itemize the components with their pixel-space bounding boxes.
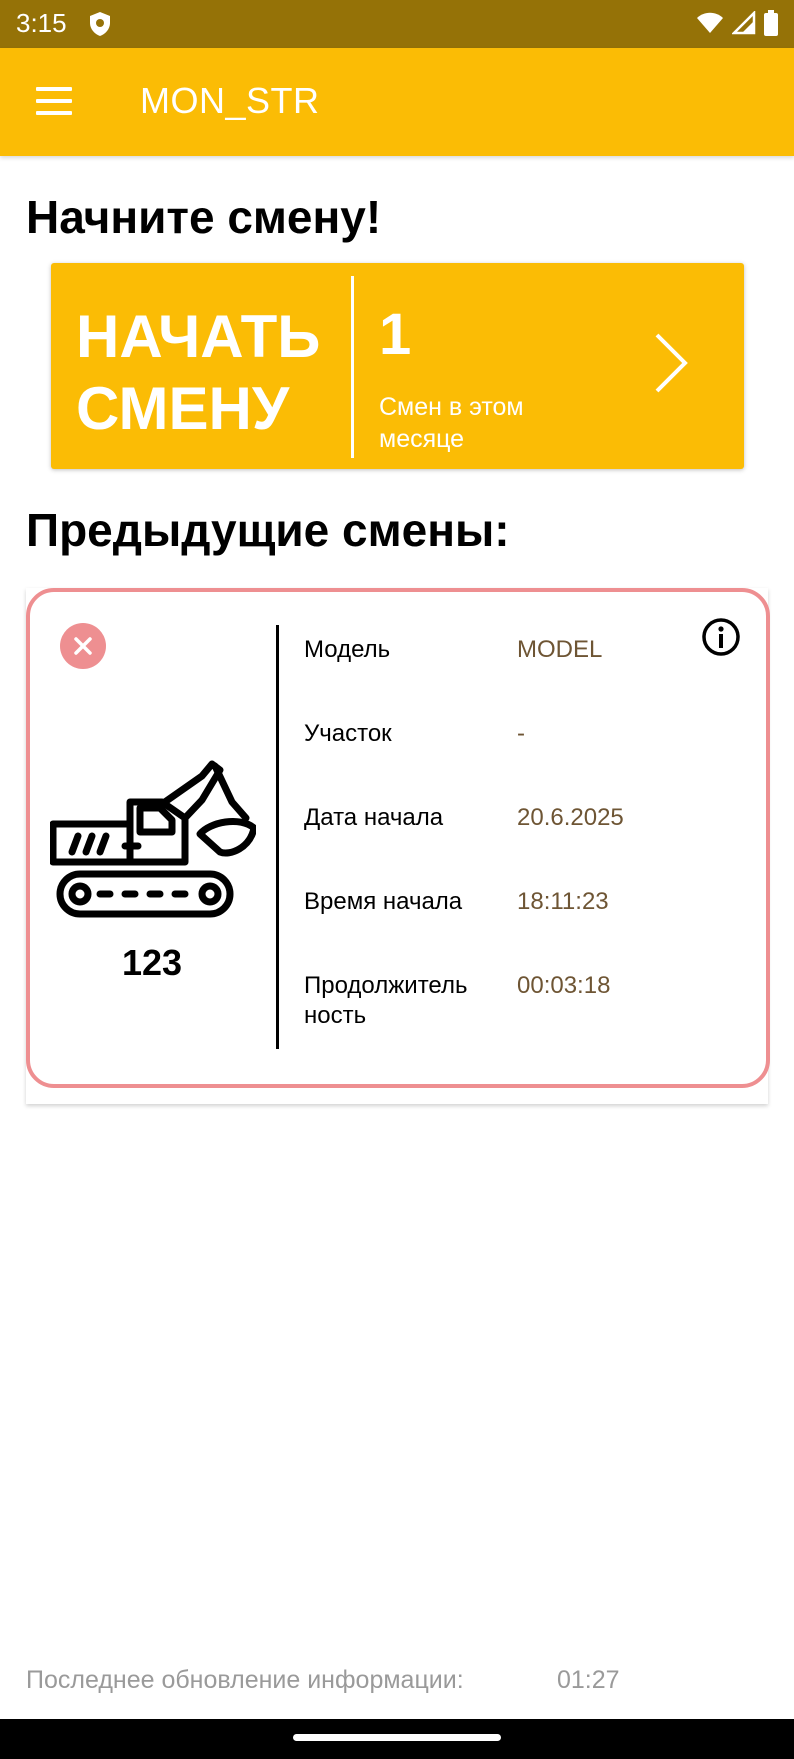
info-icon[interactable]: [700, 616, 742, 658]
close-icon: [74, 637, 92, 655]
field-label-model: Модель: [304, 636, 391, 663]
start-shift-button[interactable]: НАЧАТЬ СМЕНУ 1 Смен в этом месяце: [51, 263, 744, 469]
field-value-start-time: 18:11:23: [517, 888, 609, 915]
wifi-icon: [697, 12, 723, 33]
field-value-start-date: 20.6.2025: [517, 804, 624, 831]
status-bar: 3:15: [0, 0, 794, 48]
start-shift-label-line2: СМЕНУ: [76, 375, 290, 442]
field-label-site: Участок: [304, 720, 392, 747]
delete-shift-button[interactable]: [60, 623, 106, 669]
app-bar: MON_STR: [0, 48, 794, 156]
app-title: MON_STR: [140, 80, 320, 121]
field-value-duration: 00:03:18: [517, 972, 611, 999]
field-label-start-time: Время начала: [304, 888, 463, 915]
field-label-start-date: Дата начала: [304, 804, 444, 831]
shift-card-divider: [276, 625, 279, 1049]
status-time: 3:15: [16, 8, 67, 38]
field-value-site: -: [517, 720, 525, 747]
monthly-shift-caption: Смен в этом месяце: [379, 393, 524, 453]
excavator-icon: [50, 760, 256, 918]
previous-shifts-heading: Предыдущие смены:: [26, 504, 510, 556]
monthly-shift-count: 1: [379, 302, 412, 367]
home-gesture-handle[interactable]: [293, 1734, 501, 1741]
battery-icon: [764, 10, 778, 36]
start-shift-heading: Начните смену!: [26, 191, 382, 243]
chevron-right-icon: [655, 333, 688, 393]
machine-number: 123: [121, 942, 183, 983]
status-icons: [696, 10, 778, 36]
hamburger-menu-icon[interactable]: [30, 78, 78, 126]
start-card-divider: [351, 276, 354, 458]
system-nav-bar: [0, 1719, 794, 1759]
field-label-duration: Продолжитель ность: [304, 972, 468, 1029]
shield-icon: [90, 12, 110, 36]
last-update-label: Последнее обновление информации:: [26, 1666, 464, 1694]
shift-card[interactable]: 123 Модель MODEL Участок - Дата начала 2…: [26, 588, 770, 1088]
field-value-model: MODEL: [517, 636, 603, 663]
last-update-time: 01:27: [557, 1666, 620, 1694]
start-shift-label: НАЧАТЬ СМЕНУ: [76, 301, 346, 445]
signal-icon: [732, 11, 756, 35]
start-shift-label-line1: НАЧАТЬ: [76, 303, 321, 370]
